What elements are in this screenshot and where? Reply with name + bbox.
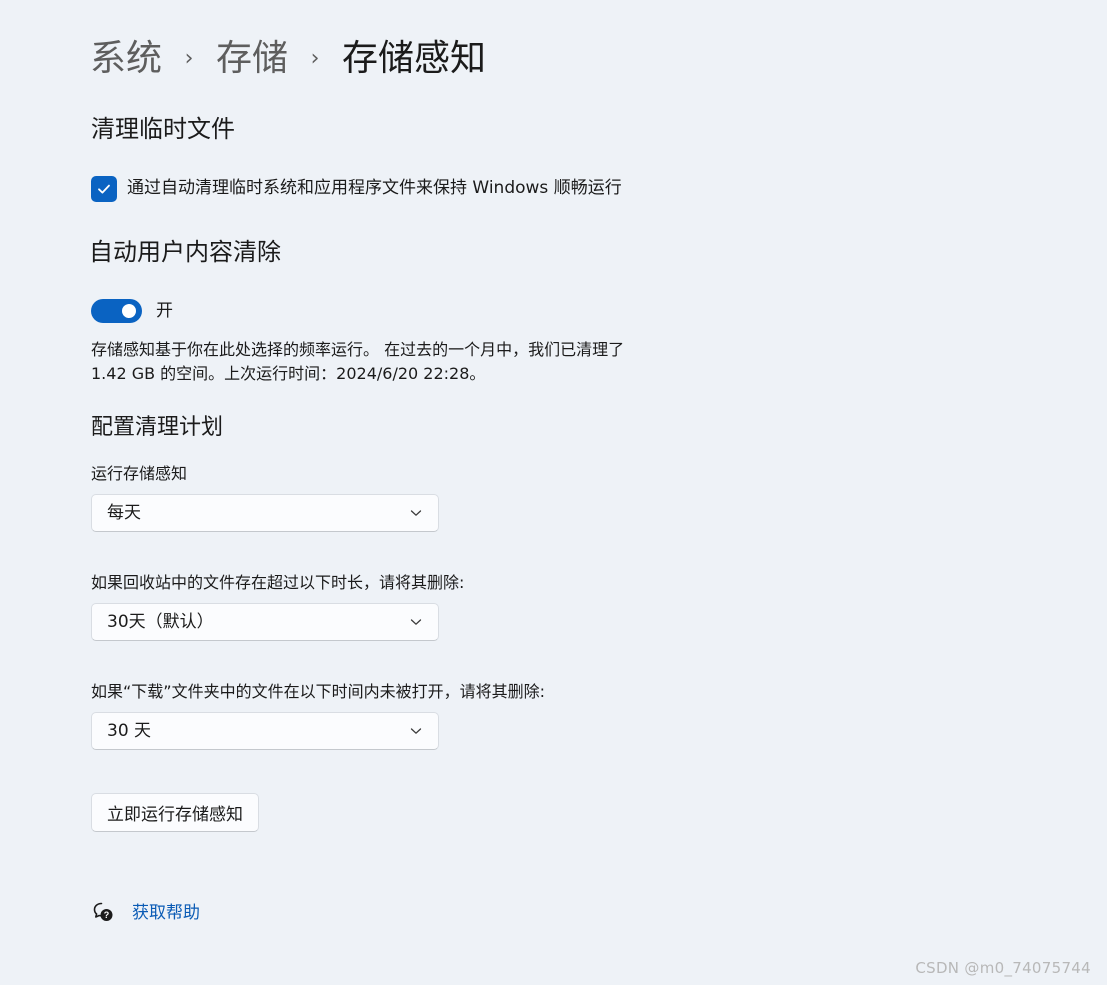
downloads-select[interactable]: 30 天 (91, 712, 439, 750)
recycle-bin-value: 30天（默认） (107, 612, 214, 632)
temp-files-checkbox[interactable] (91, 176, 117, 202)
recycle-bin-select[interactable]: 30天（默认） (91, 603, 439, 641)
temp-files-checkbox-label[interactable]: 通过自动清理临时系统和应用程序文件来保持 Windows 顺畅运行 (127, 177, 622, 199)
breadcrumb-separator: › (310, 46, 320, 71)
toggle-state-label: 开 (156, 301, 173, 321)
downloads-value: 30 天 (107, 721, 152, 741)
run-frequency-value: 每天 (107, 503, 141, 523)
get-help-link[interactable]: 获取帮助 (132, 902, 200, 924)
chevron-down-icon (410, 510, 422, 516)
section-title-temp-files: 清理临时文件 (91, 115, 235, 143)
auto-cleanup-toggle[interactable] (91, 299, 142, 323)
storage-sense-description: 存储感知基于你在此处选择的频率运行。 在过去的一个月中，我们已清理了 1.42 … (91, 340, 625, 383)
svg-text:?: ? (104, 910, 110, 920)
breadcrumb-separator: › (184, 46, 194, 71)
breadcrumb: 系统 › 存储 › 存储感知 (90, 36, 486, 82)
run-frequency-label: 运行存储感知 (91, 464, 188, 483)
breadcrumb-item-storage[interactable]: 存储 (216, 36, 288, 82)
run-storage-sense-now-button[interactable]: 立即运行存储感知 (91, 793, 259, 832)
chevron-down-icon (410, 728, 422, 734)
help-chat-icon[interactable]: ? (91, 900, 115, 924)
breadcrumb-item-system[interactable]: 系统 (90, 36, 162, 82)
storage-sense-page: { "breadcrumb": { "items": ["系统", "存储"],… (0, 0, 1107, 985)
recycle-bin-label: 如果回收站中的文件存在超过以下时长，请将其删除: (91, 573, 465, 592)
run-frequency-select[interactable]: 每天 (91, 494, 439, 532)
page-title: 存储感知 (342, 38, 487, 79)
downloads-label: 如果“下载”文件夹中的文件在以下时间内未被打开，请将其删除: (91, 682, 545, 701)
chevron-down-icon (410, 619, 422, 625)
toggle-knob (122, 304, 136, 318)
watermark: CSDN @m0_74075744 (915, 959, 1091, 977)
section-title-schedule: 配置清理计划 (91, 415, 224, 440)
section-title-auto-cleanup: 自动用户内容清除 (89, 238, 281, 266)
checkmark-icon (98, 184, 110, 194)
